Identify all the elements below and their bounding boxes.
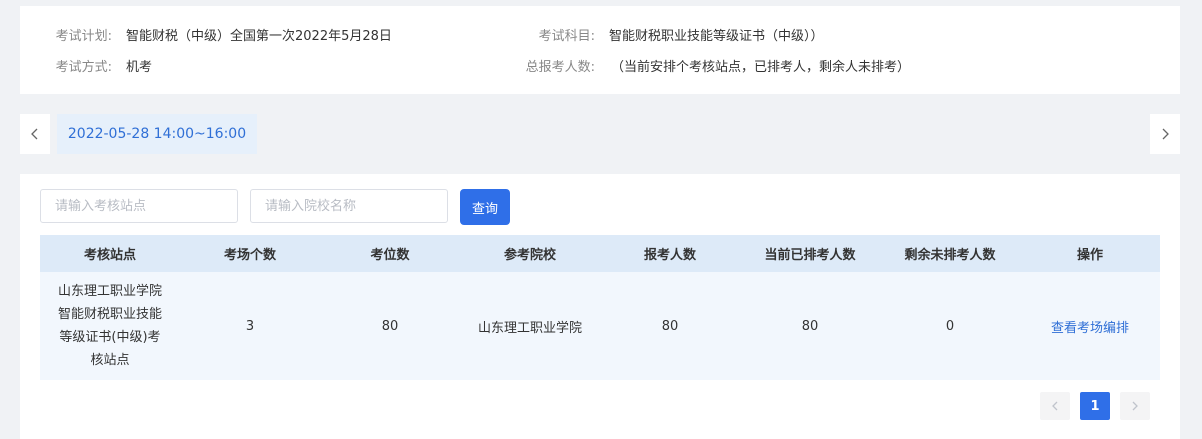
exam-plan-row: 考试计划: 智能财税（中级）全国第一次2022年5月28日	[20, 24, 392, 44]
site-name: 山东理工职业学院 智能财税职业技能 等级证书(中级)考 核站点	[48, 280, 172, 372]
chevron-right-icon	[1162, 128, 1169, 140]
exam-total-value: （当前安排个考核站点，已排考人，剩余人未排考）	[611, 59, 911, 75]
prev-date-button[interactable]	[20, 114, 50, 154]
cell-seats: 80	[381, 318, 399, 334]
cell-site: 山东理工职业学院 智能财税职业技能 等级证书(中级)考 核站点	[40, 272, 180, 380]
exam-plan-label: 考试计划:	[55, 28, 112, 44]
header-remaining: 剩余未排考人数	[904, 248, 996, 263]
site-name-line: 山东理工职业学院	[57, 284, 162, 299]
query-button[interactable]: 查询	[460, 189, 510, 225]
next-page-button[interactable]	[1120, 392, 1150, 420]
cell-scheduled: 80	[801, 318, 819, 334]
cell-rooms: 3	[245, 318, 255, 334]
exam-subject-value: 智能财税职业技能等级证书（中级））	[609, 28, 824, 44]
date-tab[interactable]: 2022-05-28 14:00~16:00	[57, 114, 257, 154]
cell-remaining: 0	[945, 318, 955, 334]
school-search-input[interactable]	[250, 189, 448, 223]
exam-site-table: 考核站点 考场个数 考位数 参考院校 报考人数 当前已排考人数 剩余未排考人数 …	[40, 235, 1160, 380]
header-school: 参考院校	[503, 248, 556, 263]
exam-total-row: 总报考人数: （当前安排个考核站点，已排考人，剩余人未排考）	[508, 55, 910, 75]
exam-method-label: 考试方式:	[55, 59, 112, 75]
table-header: 考核站点 考场个数 考位数 参考院校 报考人数 当前已排考人数 剩余未排考人数 …	[40, 235, 1160, 272]
header-scheduled: 当前已排考人数	[764, 248, 856, 263]
main-panel: 查询 考核站点 考场个数 考位数 参考院校 报考人数 当前已排考人数 剩余未排考…	[20, 174, 1180, 439]
cell-applicants: 80	[661, 318, 679, 334]
site-name-line: 等级证书(中级)考	[59, 330, 161, 345]
header-rooms: 考场个数	[223, 248, 276, 263]
exam-total-label: 总报考人数:	[525, 59, 595, 75]
view-room-arrangement-link[interactable]: 查看考场编排	[1051, 317, 1129, 336]
exam-method-row: 考试方式: 机考	[20, 55, 152, 75]
exam-method-value: 机考	[126, 59, 153, 75]
chevron-right-icon	[1132, 401, 1138, 411]
exam-info-panel: 考试计划: 智能财税（中级）全国第一次2022年5月28日 考试科目: 智能财税…	[20, 6, 1180, 94]
table-row: 山东理工职业学院 智能财税职业技能 等级证书(中级)考 核站点 3 80 山东理…	[40, 272, 1160, 380]
header-seats: 考位数	[370, 248, 410, 263]
next-date-button[interactable]	[1150, 114, 1180, 154]
site-search-input[interactable]	[40, 189, 238, 223]
header-site: 考核站点	[83, 248, 136, 263]
pagination: 1	[1040, 392, 1150, 420]
exam-plan-value: 智能财税（中级）全国第一次2022年5月28日	[126, 28, 392, 44]
header-applicants: 报考人数	[643, 248, 696, 263]
site-name-line: 核站点	[90, 353, 130, 368]
cell-action: 查看考场编排	[1020, 272, 1160, 380]
prev-page-button[interactable]	[1040, 392, 1070, 420]
chevron-left-icon	[31, 128, 38, 140]
page-number-button[interactable]: 1	[1080, 392, 1110, 420]
exam-subject-row: 考试科目: 智能财税职业技能等级证书（中级））	[520, 24, 824, 44]
cell-school: 山东理工职业学院	[477, 320, 582, 336]
header-action: 操作	[1076, 248, 1103, 263]
chevron-left-icon	[1052, 401, 1058, 411]
site-name-line: 智能财税职业技能	[57, 307, 162, 322]
exam-subject-label: 考试科目:	[538, 28, 595, 44]
